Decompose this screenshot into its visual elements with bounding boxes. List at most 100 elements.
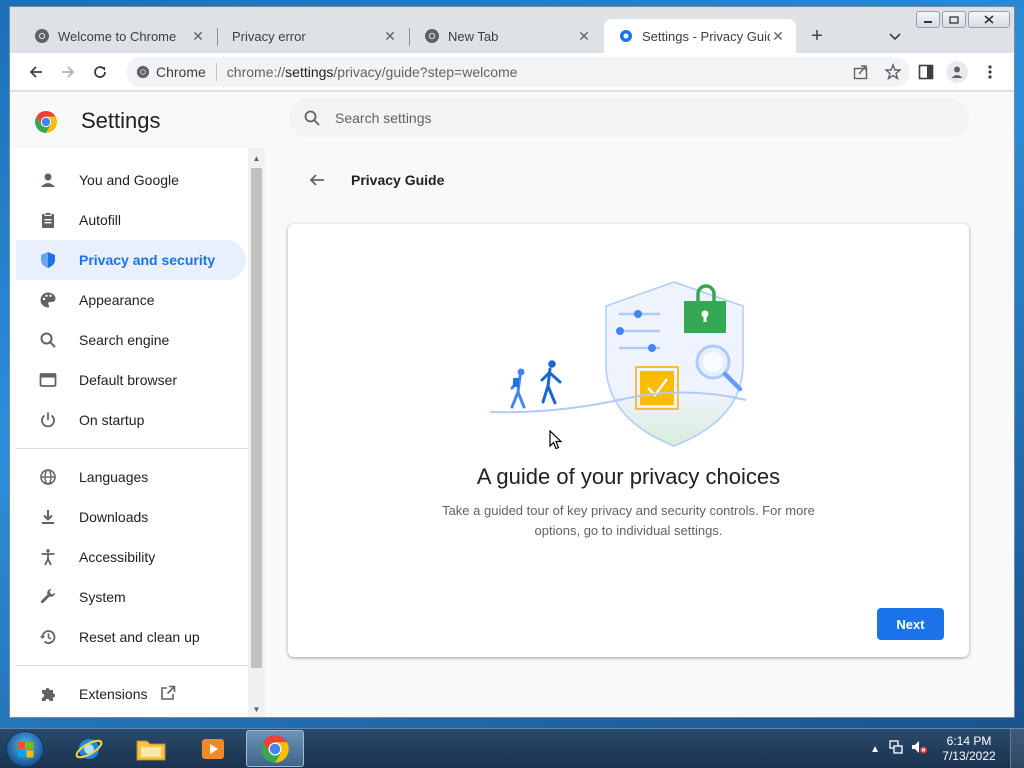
sidebar-item-label: Extensions — [79, 686, 148, 702]
nav-divider — [16, 665, 248, 666]
nav-divider — [16, 448, 248, 449]
privacy-guide-illustration — [488, 274, 748, 449]
wrench-icon — [38, 587, 58, 607]
sidebar-item-system[interactable]: System — [16, 577, 246, 617]
omnibox-actions — [852, 63, 902, 84]
sidebar-item-label: Downloads — [79, 509, 149, 525]
minimize-button[interactable] — [916, 11, 940, 28]
close-icon[interactable]: ✕ — [382, 28, 398, 44]
site-info-chip[interactable]: Chrome — [126, 63, 217, 81]
settings-sidebar: You and Google Autofill Privacy and secu… — [10, 148, 248, 717]
sidebar-item-label: Default browser — [79, 372, 178, 388]
shield-icon — [38, 250, 58, 270]
next-button[interactable]: Next — [877, 608, 944, 640]
volume-muted-icon[interactable] — [910, 739, 928, 760]
start-button[interactable] — [6, 731, 44, 767]
address-bar[interactable]: Chrome chrome://settings/privacy/guide?s… — [126, 57, 910, 87]
sidebar-item-autofill[interactable]: Autofill — [16, 200, 246, 240]
chrome-icon — [136, 65, 150, 79]
back-button[interactable] — [26, 62, 46, 82]
show-hidden-icons-icon[interactable]: ▲ — [870, 744, 880, 755]
open-in-new-icon — [159, 684, 177, 705]
star-icon[interactable] — [884, 63, 902, 84]
tab-new-tab[interactable]: New Tab ✕ — [410, 19, 602, 53]
privacy-guide-title: Privacy Guide — [351, 172, 445, 188]
power-icon — [38, 410, 58, 430]
history-icon — [38, 627, 58, 647]
system-clock[interactable]: 6:14 PM 7/13/2022 — [934, 734, 1004, 764]
url-text: chrome://settings/privacy/guide?step=wel… — [227, 64, 518, 80]
close-window-button[interactable] — [968, 11, 1010, 28]
tab-privacy-error[interactable]: Privacy error ✕ — [218, 19, 408, 53]
url-prefix: chrome:// — [226, 64, 286, 80]
gear-icon — [618, 28, 634, 44]
sidebar-item-you-and-google[interactable]: You and Google — [16, 160, 246, 200]
palette-icon — [38, 290, 58, 310]
back-arrow-icon[interactable] — [305, 168, 329, 192]
taskbar-chrome[interactable] — [246, 730, 304, 767]
close-icon[interactable]: ✕ — [190, 28, 206, 44]
clock-date: 7/13/2022 — [942, 749, 996, 763]
download-icon — [38, 507, 58, 527]
privacy-guide-card: A guide of your privacy choices Take a g… — [288, 224, 969, 657]
reload-button[interactable] — [90, 62, 110, 82]
sidebar-item-default-browser[interactable]: Default browser — [16, 360, 246, 400]
mouse-cursor-icon — [549, 429, 563, 450]
close-icon[interactable]: ✕ — [576, 28, 592, 44]
url-path: /privacy/guide?step=welcome — [333, 64, 518, 80]
puzzle-icon — [38, 684, 58, 704]
close-icon[interactable]: ✕ — [770, 28, 786, 44]
settings-header: Settings Search settings — [10, 92, 1014, 148]
person-icon — [38, 170, 58, 190]
scroll-thumb[interactable] — [251, 168, 262, 668]
sidebar-item-appearance[interactable]: Appearance — [16, 280, 246, 320]
sidebar-item-extensions[interactable]: Extensions — [16, 674, 246, 714]
globe-icon — [38, 467, 58, 487]
search-settings-input[interactable]: Search settings — [289, 99, 969, 137]
sidebar-item-search-engine[interactable]: Search engine — [16, 320, 246, 360]
settings-page: Settings Search settings You and Google … — [10, 92, 1014, 717]
maximize-button[interactable] — [942, 11, 966, 28]
clipboard-icon — [38, 210, 58, 230]
url-host: settings — [285, 64, 334, 80]
forward-button[interactable] — [58, 62, 78, 82]
network-icon[interactable] — [888, 739, 904, 760]
media-player-icon — [202, 738, 224, 759]
sidebar-item-on-startup[interactable]: On startup — [16, 400, 246, 440]
menu-icon[interactable] — [980, 62, 1000, 82]
sidebar-item-accessibility[interactable]: Accessibility — [16, 537, 246, 577]
toolbar: Chrome chrome://settings/privacy/guide?s… — [10, 53, 1014, 91]
search-placeholder: Search settings — [335, 110, 432, 126]
sidebar-item-label: Languages — [79, 469, 149, 485]
sidebar-item-label: Search engine — [79, 332, 170, 348]
scroll-up-arrow-icon[interactable]: ▲ — [252, 154, 261, 163]
privacy-guide-description: Take a guided tour of key privacy and se… — [442, 503, 815, 538]
side-panel-icon[interactable] — [916, 62, 936, 82]
folder-icon — [136, 740, 166, 760]
tab-title: Privacy error — [232, 28, 306, 44]
taskbar-media-player[interactable] — [184, 730, 242, 767]
tab-search-button[interactable] — [886, 27, 904, 45]
profile-icon[interactable] — [946, 61, 968, 83]
sidebar-item-label: Accessibility — [79, 549, 156, 565]
scroll-down-arrow-icon[interactable]: ▼ — [252, 705, 261, 714]
sidebar-item-downloads[interactable]: Downloads — [16, 497, 246, 537]
tab-welcome[interactable]: Welcome to Chrome ✕ — [20, 19, 216, 53]
taskbar-file-explorer[interactable] — [122, 730, 180, 767]
taskbar-internet-explorer[interactable] — [60, 730, 118, 767]
sidebar-item-label: System — [79, 589, 126, 605]
sidebar-item-label: On startup — [79, 412, 145, 428]
chrome-logo-icon — [34, 110, 58, 134]
sidebar-item-languages[interactable]: Languages — [16, 457, 246, 497]
clock-time: 6:14 PM — [946, 734, 992, 748]
share-icon[interactable] — [852, 63, 870, 84]
window-controls — [916, 11, 1010, 28]
site-chip-label: Chrome — [156, 64, 206, 80]
sidebar-scrollbar[interactable]: ▲ ▼ — [248, 148, 265, 717]
sidebar-item-privacy-and-security[interactable]: Privacy and security — [16, 240, 246, 280]
new-tab-button[interactable]: + — [806, 25, 828, 47]
show-desktop-button[interactable] — [1010, 729, 1024, 768]
tab-title: Settings - Privacy Guide — [642, 28, 770, 44]
sidebar-item-reset-and-clean-up[interactable]: Reset and clean up — [16, 617, 246, 657]
tab-settings[interactable]: Settings - Privacy Guide ✕ — [604, 19, 796, 53]
